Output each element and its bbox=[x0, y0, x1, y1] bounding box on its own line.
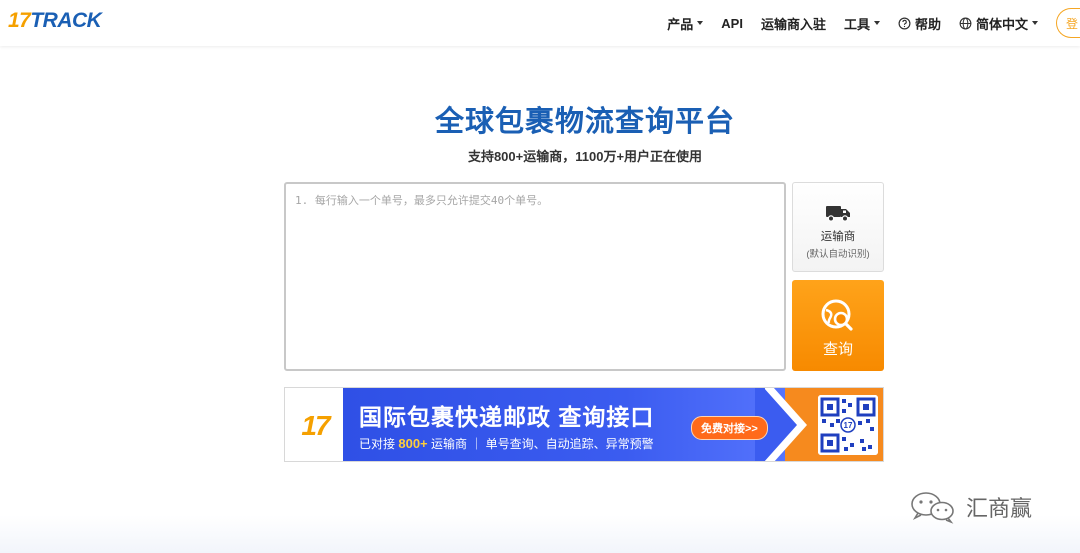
chevron-down-icon bbox=[873, 21, 880, 25]
nav-tools-label: 工具 bbox=[843, 16, 870, 32]
track-query-button[interactable]: 查询 bbox=[792, 280, 884, 371]
wechat-watermark: 汇商赢 bbox=[908, 490, 1032, 524]
page-subtitle: 支持800+运输商，1100万+用户正在使用 bbox=[467, 149, 703, 164]
nav-carrier-join[interactable]: 运输商入驻 bbox=[761, 14, 826, 33]
nav-products-label: 产品 bbox=[667, 16, 694, 32]
carrier-label: 运输商 bbox=[820, 231, 856, 243]
carrier-select-button[interactable]: 运输商 (默认自动识别) bbox=[792, 182, 884, 272]
watermark-text: 汇商赢 bbox=[966, 496, 1033, 521]
banner-cta-button[interactable]: 免费对接>> bbox=[691, 416, 768, 440]
banner-description: 已对接 800+ 运输商 ｜ 单号查询、自动追踪、异常预警 bbox=[359, 435, 654, 452]
login-button-label: 登 bbox=[1065, 16, 1078, 31]
nav-api[interactable]: API bbox=[721, 16, 743, 31]
global-search-icon bbox=[821, 299, 853, 331]
nav-help[interactable]: 帮助 bbox=[898, 14, 941, 33]
nav-carrier-join-label: 运输商入驻 bbox=[760, 16, 826, 32]
nav-api-label: API bbox=[721, 15, 743, 31]
banner-desc-highlight: 800+ bbox=[398, 436, 428, 451]
qr-code-icon: 17 bbox=[818, 395, 878, 455]
login-button[interactable]: 登 bbox=[1056, 8, 1080, 38]
page-title: 全球包裹物流查询平台 bbox=[434, 106, 735, 138]
nav-tools[interactable]: 工具 bbox=[844, 14, 880, 33]
nav-products[interactable]: 产品 bbox=[667, 14, 704, 33]
query-label: 查询 bbox=[822, 341, 853, 358]
help-circle-icon bbox=[898, 17, 911, 29]
truck-icon bbox=[826, 206, 850, 222]
brand-logo[interactable]: 17 TRACK bbox=[8, 9, 102, 35]
globe-icon bbox=[959, 17, 972, 29]
banner-logo: 17 bbox=[285, 388, 345, 461]
chevron-down-icon bbox=[697, 21, 704, 25]
banner-desc-prefix: 已对接 bbox=[359, 437, 396, 451]
banner-desc-suffix: 运输商 ｜ 单号查询、自动追踪、异常预警 bbox=[431, 437, 654, 451]
api-promo-banner[interactable]: 17 国际包裹快递邮政 查询接口 已对接 800+ 运输商 ｜ 单号查询、自动追… bbox=[284, 387, 884, 462]
logo-text: TRACK bbox=[30, 9, 102, 32]
top-header: 17 TRACK 产品 API 运输商入驻 工具 帮助 简体中文 登 bbox=[0, 0, 1080, 46]
logo-number: 17 bbox=[8, 9, 31, 32]
carrier-sublabel: (默认自动识别) bbox=[806, 249, 870, 260]
nav-language[interactable]: 简体中文 bbox=[959, 14, 1038, 33]
main-nav: 产品 API 运输商入驻 工具 帮助 简体中文 登 bbox=[667, 0, 1080, 46]
svg-text:17: 17 bbox=[844, 421, 853, 430]
tracking-number-input[interactable] bbox=[284, 182, 786, 371]
banner-headline: 国际包裹快递邮政 查询接口 bbox=[359, 404, 655, 430]
nav-help-label: 帮助 bbox=[914, 16, 941, 32]
nav-language-label: 简体中文 bbox=[975, 16, 1028, 32]
wechat-icon bbox=[911, 492, 954, 524]
chevron-down-icon bbox=[1032, 21, 1038, 25]
